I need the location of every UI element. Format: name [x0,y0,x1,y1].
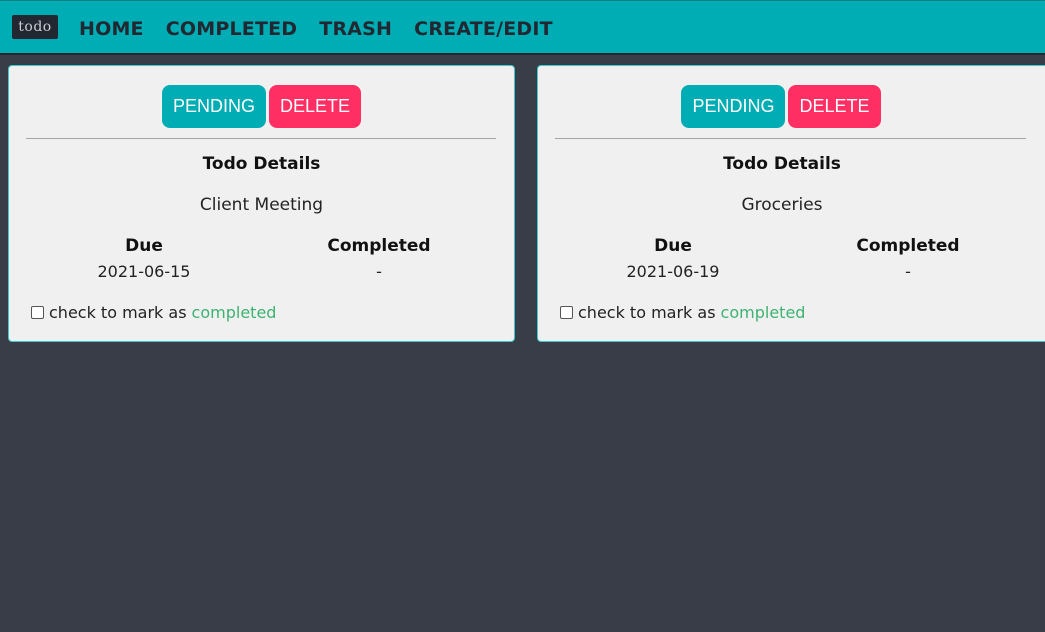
due-label: Due [125,236,163,256]
todo-name: Client Meeting [199,195,324,215]
delete-button[interactable]: DELETE [788,85,881,128]
completed-label: Completed [327,236,431,256]
details-title: Todo Details [723,154,841,174]
nav-link-home[interactable]: HOME [79,18,144,40]
due-label: Due [654,236,692,256]
delete-button[interactable]: DELETE [268,85,362,128]
mark-completed-row: check to mark as completed [560,303,805,322]
todo-card: PENDING DELETE Todo Details Groceries Du… [537,65,1045,342]
due-value: 2021-06-19 [626,262,720,281]
completed-column: Completed - [788,236,1028,282]
due-column: Due 2021-06-19 [553,236,793,282]
completed-value: - [376,262,382,281]
check-completed-word: completed [191,303,277,322]
completed-label: Completed [856,236,960,256]
check-label: check to mark as [49,303,187,322]
nav-link-trash[interactable]: TRASH [319,18,392,40]
completed-column: Completed - [259,236,499,282]
navbar: todo HOME COMPLETED TRASH CREATE/EDIT [0,0,1045,55]
due-value: 2021-06-15 [97,262,191,281]
check-label: check to mark as [578,303,716,322]
mark-completed-checkbox[interactable] [31,306,44,319]
pending-button[interactable]: PENDING [161,85,266,128]
divider [26,138,496,139]
pending-button[interactable]: PENDING [681,85,786,128]
logo[interactable]: todo [12,15,58,39]
card-actions: PENDING DELETE [538,85,1024,128]
mark-completed-checkbox[interactable] [560,306,573,319]
completed-value: - [905,262,911,281]
card-actions: PENDING DELETE [9,85,514,128]
details-title: Todo Details [202,154,321,174]
todo-card: PENDING DELETE Todo Details Client Meeti… [8,65,515,342]
nav-link-completed[interactable]: COMPLETED [166,18,298,40]
mark-completed-row: check to mark as completed [31,303,276,322]
check-completed-word: completed [720,303,806,322]
nav-link-create-edit[interactable]: CREATE/EDIT [414,18,553,40]
due-column: Due 2021-06-15 [24,236,264,282]
nav-links: HOME COMPLETED TRASH CREATE/EDIT [79,1,575,56]
divider [555,138,1026,139]
todo-name: Groceries [741,195,823,215]
